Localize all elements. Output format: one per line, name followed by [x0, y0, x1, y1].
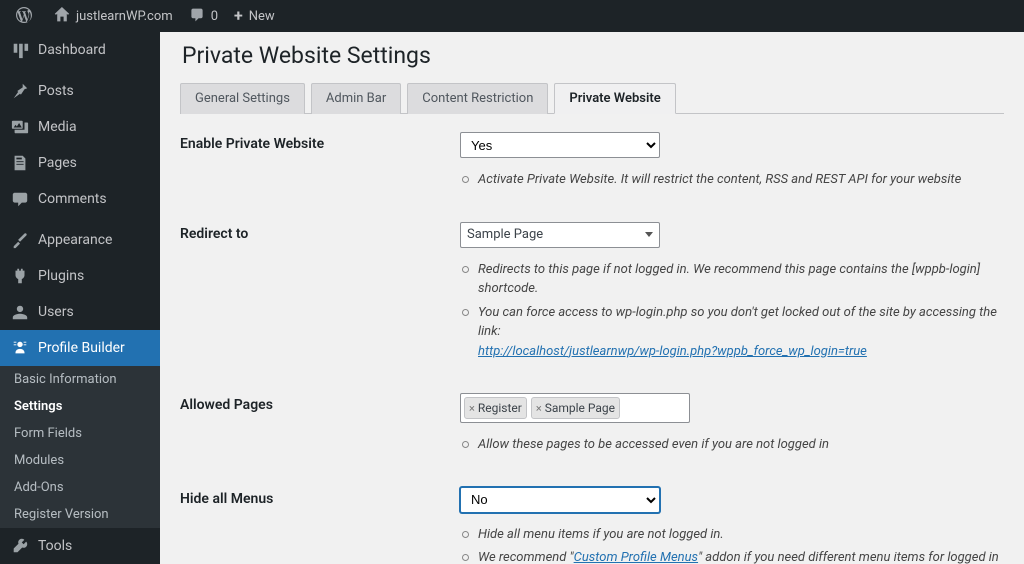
menu-pages[interactable]: Pages — [0, 145, 160, 181]
menu-tools[interactable]: Tools — [0, 528, 160, 564]
submenu-form-fields[interactable]: Form Fields — [0, 420, 160, 447]
pages-icon — [10, 153, 30, 173]
remove-icon[interactable]: × — [469, 402, 475, 415]
redirect-help-2: You can force access to wp-login.php so … — [462, 301, 1004, 364]
token-register[interactable]: × Register — [464, 397, 527, 419]
redirect-help-1: Redirects to this page if not logged in.… — [462, 258, 1004, 301]
hide-menus-help-1: Hide all menu items if you are not logge… — [462, 523, 1004, 547]
profile-builder-submenu: Basic Information Settings Form Fields M… — [0, 366, 160, 528]
chevron-down-icon — [645, 232, 653, 237]
profile-builder-icon — [10, 338, 30, 358]
site-name-link[interactable]: justlearnWP.com — [46, 0, 181, 32]
menu-appearance[interactable]: Appearance — [0, 222, 160, 258]
redirect-to-select[interactable]: Sample Page — [460, 222, 660, 248]
menu-posts[interactable]: Posts — [0, 73, 160, 109]
hide-menus-label: Hide all Menus — [180, 487, 460, 507]
users-icon — [10, 302, 30, 322]
submenu-register-version[interactable]: Register Version — [0, 501, 160, 528]
pin-icon — [10, 81, 30, 101]
new-content-link[interactable]: + New — [226, 0, 283, 32]
tab-admin-bar[interactable]: Admin Bar — [311, 83, 401, 114]
enable-private-website-select[interactable]: Yes — [460, 132, 660, 158]
menu-profile-builder[interactable]: Profile Builder — [0, 330, 160, 366]
tab-private-website[interactable]: Private Website — [554, 83, 675, 114]
site-name: justlearnWP.com — [76, 9, 173, 24]
menu-users[interactable]: Users — [0, 294, 160, 330]
allowed-help-text: Allow these pages to be accessed even if… — [462, 433, 1004, 457]
menu-plugins[interactable]: Plugins — [0, 258, 160, 294]
menu-comments[interactable]: Comments — [0, 181, 160, 217]
new-label: New — [249, 9, 275, 24]
hide-menus-select[interactable]: No — [460, 487, 660, 513]
comments-link[interactable]: 0 — [181, 0, 226, 32]
force-login-link[interactable]: http://localhost/justlearnwp/wp-login.ph… — [478, 344, 867, 359]
enable-help-text: Activate Private Website. It will restri… — [462, 168, 1004, 192]
admin-sidemenu: Dashboard Posts Media Pages Comments App… — [0, 32, 160, 564]
settings-tabs: General Settings Admin Bar Content Restr… — [180, 83, 1004, 114]
submenu-modules[interactable]: Modules — [0, 447, 160, 474]
wordpress-logo[interactable] — [8, 0, 46, 32]
hide-menus-help-2: We recommend "Custom Profile Menus" addo… — [462, 546, 1004, 564]
token-sample-page[interactable]: × Sample Page — [531, 397, 620, 419]
enable-private-website-label: Enable Private Website — [180, 132, 460, 152]
appearance-icon — [10, 230, 30, 250]
wordpress-icon — [16, 7, 32, 26]
admin-bar: justlearnWP.com 0 + New — [0, 0, 1024, 32]
tab-content-restriction[interactable]: Content Restriction — [407, 83, 548, 114]
tab-general-settings[interactable]: General Settings — [180, 83, 305, 114]
submenu-basic-information[interactable]: Basic Information — [0, 366, 160, 393]
submenu-settings[interactable]: Settings — [0, 393, 160, 420]
comments-count: 0 — [211, 9, 218, 24]
submenu-addons[interactable]: Add-Ons — [0, 474, 160, 501]
media-icon — [10, 117, 30, 137]
comment-icon — [189, 7, 205, 26]
plugins-icon — [10, 266, 30, 286]
page-title: Private Website Settings — [182, 42, 1004, 69]
remove-icon[interactable]: × — [536, 402, 542, 415]
comments-icon — [10, 189, 30, 209]
allowed-pages-label: Allowed Pages — [180, 393, 460, 413]
tools-icon — [10, 536, 30, 556]
menu-media[interactable]: Media — [0, 109, 160, 145]
dashboard-icon — [10, 40, 30, 60]
home-icon — [54, 7, 70, 26]
allowed-pages-input[interactable]: × Register × Sample Page — [460, 393, 690, 423]
redirect-to-label: Redirect to — [180, 222, 460, 242]
plus-icon: + — [234, 8, 243, 24]
menu-dashboard[interactable]: Dashboard — [0, 32, 160, 68]
custom-profile-menus-link[interactable]: Custom Profile Menus — [574, 550, 698, 564]
main-content: Private Website Settings General Setting… — [160, 32, 1024, 564]
